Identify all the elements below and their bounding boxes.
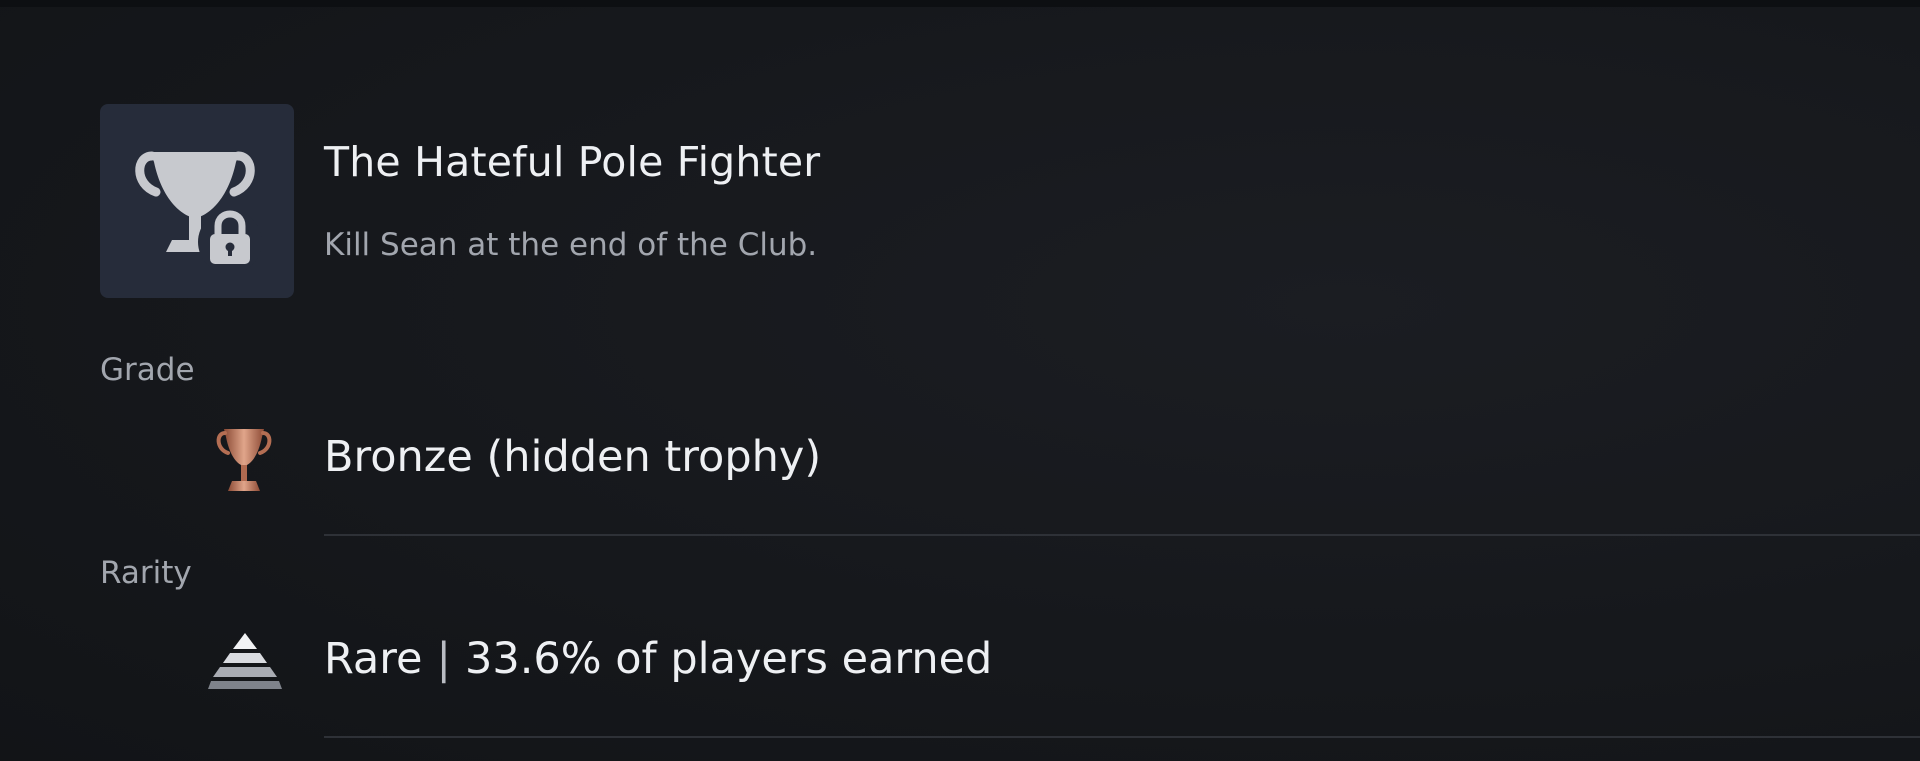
grade-value: Bronze (hidden trophy) (324, 432, 822, 482)
bronze-trophy-icon (216, 425, 272, 495)
divider (324, 736, 1920, 738)
locked-trophy-icon (135, 151, 262, 274)
rarity-separator: | (436, 634, 451, 684)
rarity-pyramid-icon (208, 632, 282, 690)
rarity-section-label: Rarity (100, 555, 192, 591)
rarity-value: Rare | 33.6% of players earned (324, 634, 992, 684)
rarity-level: Rare (324, 634, 423, 684)
grade-section-label: Grade (100, 352, 195, 388)
divider (324, 534, 1920, 536)
rarity-earned-text: 33.6% of players earned (464, 634, 993, 684)
trophy-description: Kill Sean at the end of the Club. (324, 227, 818, 263)
trophy-image-tile (100, 104, 294, 298)
trophy-name: The Hateful Pole Fighter (324, 138, 821, 186)
top-edge-bar (0, 0, 1920, 7)
